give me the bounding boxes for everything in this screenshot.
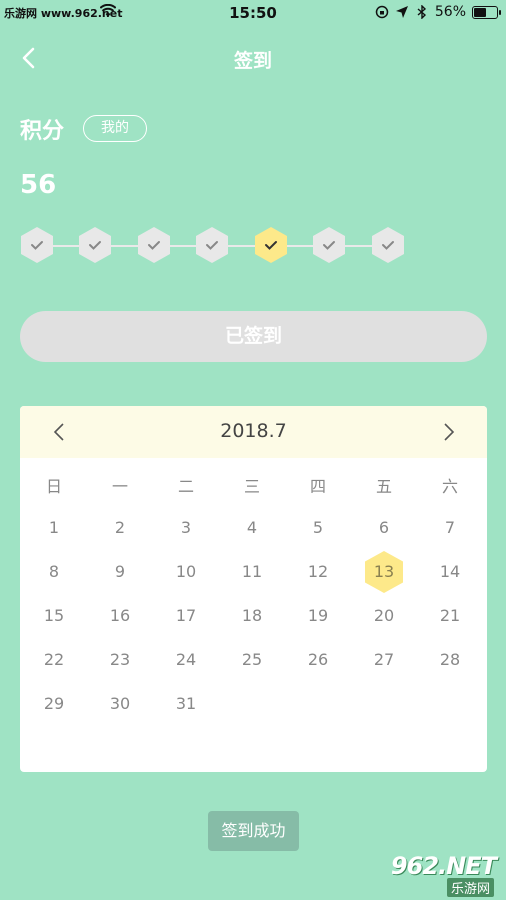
points-value: 56 <box>20 170 57 200</box>
calendar-day-number: 30 <box>109 694 131 713</box>
checkin-day-hex-icon <box>79 227 111 263</box>
location-icon <box>395 6 408 18</box>
calendar-day[interactable]: 31 <box>153 682 219 726</box>
battery-fill <box>474 7 486 17</box>
calendar-day-number: 28 <box>439 650 461 669</box>
calendar-day[interactable]: 12 <box>285 550 351 594</box>
calendar-day[interactable]: 11 <box>219 550 285 594</box>
calendar-day-number: 6 <box>378 518 390 537</box>
status-right: 56% <box>375 4 501 20</box>
calendar-day[interactable]: 24 <box>153 638 219 682</box>
calendar-day-number: 31 <box>175 694 197 713</box>
calendar-day-number: 29 <box>43 694 65 713</box>
calendar-day-number: 3 <box>180 518 192 537</box>
calendar-day[interactable]: 17 <box>153 594 219 638</box>
status-bar: 乐游网 www.962.net 15:50 56% <box>0 0 506 26</box>
calendar-day-selected[interactable]: 13 <box>351 550 417 594</box>
signed-in-button[interactable]: 已签到 <box>20 311 487 362</box>
checkin-day-hex-icon <box>255 227 287 263</box>
calendar-day[interactable]: 23 <box>87 638 153 682</box>
calendar-day[interactable]: 4 <box>219 506 285 550</box>
calendar-day-number: 16 <box>109 606 131 625</box>
checkin-day-hex-icon <box>313 227 345 263</box>
calendar-day-number: 27 <box>373 650 395 669</box>
calendar-day-number: 5 <box>312 518 324 537</box>
calendar-day[interactable]: 21 <box>417 594 483 638</box>
checkin-day-hex-icon <box>196 227 228 263</box>
calendar-day-number: 20 <box>373 606 395 625</box>
calendar-day[interactable]: 14 <box>417 550 483 594</box>
watermark-logo: 962.NET 乐游网 <box>366 850 502 898</box>
weekday-label: 四 <box>309 477 326 496</box>
calendar-day[interactable]: 25 <box>219 638 285 682</box>
battery-icon <box>472 5 501 19</box>
calendar-day-number: 12 <box>307 562 329 581</box>
my-points-button[interactable]: 我的 <box>83 115 147 142</box>
page-title: 签到 <box>233 50 272 72</box>
calendar-day[interactable]: 19 <box>285 594 351 638</box>
weekday-label: 六 <box>441 477 458 496</box>
week-checkin-progress <box>20 226 410 266</box>
calendar-day[interactable]: 10 <box>153 550 219 594</box>
calendar-day-number: 10 <box>175 562 197 581</box>
bluetooth-icon <box>417 5 426 19</box>
success-toast: 签到成功 <box>208 811 299 851</box>
calendar-day[interactable]: 18 <box>219 594 285 638</box>
weekday-label: 五 <box>375 477 392 496</box>
calendar-day[interactable]: 16 <box>87 594 153 638</box>
weekday-label: 三 <box>243 477 260 496</box>
points-label: 积分 <box>20 119 65 144</box>
calendar-day-number: 24 <box>175 650 197 669</box>
calendar-day-number: 4 <box>246 518 258 537</box>
rotation-lock-icon <box>375 5 389 19</box>
calendar-day-number: 17 <box>175 606 197 625</box>
calendar-day[interactable]: 22 <box>21 638 87 682</box>
calendar-day-number: 13 <box>373 562 395 581</box>
calendar-day-number: 25 <box>241 650 263 669</box>
battery-percent: 56% <box>434 4 466 20</box>
calendar-day[interactable]: 9 <box>87 550 153 594</box>
calendar-day-number: 9 <box>114 562 126 581</box>
calendar-day-number: 14 <box>439 562 461 581</box>
calendar: 2018.7 日一二三四五六 1 2 3 4 5 6 7 8 9 10 11 12 13 14 15 16 17 1… <box>20 406 487 772</box>
calendar-day-number: 1 <box>48 518 60 537</box>
calendar-day[interactable]: 20 <box>351 594 417 638</box>
weekday-label: 日 <box>45 477 62 496</box>
calendar-month-title: 2018.7 <box>220 420 287 442</box>
calendar-day[interactable]: 29 <box>21 682 87 726</box>
checkin-day-hex-icon <box>372 227 404 263</box>
calendar-header: 2018.7 <box>20 406 487 458</box>
calendar-day[interactable]: 1 <box>21 506 87 550</box>
nav-bar: 签到 <box>0 36 506 80</box>
calendar-day[interactable]: 3 <box>153 506 219 550</box>
calendar-day[interactable]: 6 <box>351 506 417 550</box>
calendar-day-number: 7 <box>444 518 456 537</box>
calendar-day-number: 26 <box>307 650 329 669</box>
calendar-day-number: 21 <box>439 606 461 625</box>
calendar-day[interactable]: 26 <box>285 638 351 682</box>
next-month-button[interactable] <box>436 420 460 444</box>
calendar-day[interactable]: 15 <box>21 594 87 638</box>
calendar-day-number: 11 <box>241 562 263 581</box>
calendar-day[interactable]: 2 <box>87 506 153 550</box>
calendar-day-number: 22 <box>43 650 65 669</box>
calendar-day-number: 23 <box>109 650 131 669</box>
calendar-day-number: 18 <box>241 606 263 625</box>
calendar-day-number: 2 <box>114 518 126 537</box>
checkin-day-hex-icon <box>138 227 170 263</box>
calendar-day[interactable]: 5 <box>285 506 351 550</box>
watermark-small: 乐游网 <box>446 878 494 897</box>
calendar-day-number: 8 <box>48 562 60 581</box>
calendar-day-number: 15 <box>43 606 65 625</box>
watermark-big: 962.NET <box>390 852 497 880</box>
weekday-label: 二 <box>177 477 194 496</box>
calendar-day[interactable]: 8 <box>21 550 87 594</box>
checkin-day-hex-icon <box>21 227 53 263</box>
calendar-day[interactable]: 30 <box>87 682 153 726</box>
calendar-day[interactable]: 7 <box>417 506 483 550</box>
calendar-day-number: 19 <box>307 606 329 625</box>
weekday-label: 一 <box>111 477 128 496</box>
calendar-day[interactable]: 28 <box>417 638 483 682</box>
calendar-day[interactable]: 27 <box>351 638 417 682</box>
